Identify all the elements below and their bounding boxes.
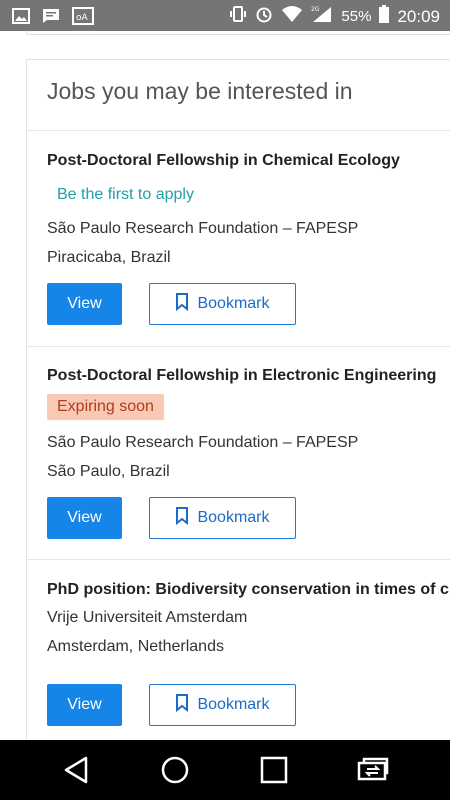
network-type: 2G [311,6,320,13]
app-notification-icon: oA [72,7,94,30]
job-location: São Paulo, Brazil [47,463,170,480]
first-to-apply-badge: Be the first to apply [57,186,194,203]
employer-name: São Paulo Research Foundation – FAPESP [47,434,359,451]
recent-apps-icon[interactable] [258,754,290,786]
job-title[interactable]: PhD position: Biodiversity conservation … [47,581,449,599]
section-title: Jobs you may be interested in [47,78,353,104]
bookmark-icon [175,693,189,717]
signal-icon: 2G [311,5,333,28]
job-location: Amsterdam, Netherlands [47,638,224,655]
bookmark-icon [175,292,189,316]
bookmark-label: Bookmark [197,509,270,526]
previous-card-edge [26,31,450,35]
alarm-icon [255,5,273,28]
vibrate-icon [229,5,247,28]
svg-text:oA: oA [76,13,89,23]
job-title[interactable]: Post-Doctoral Fellowship in Electronic E… [47,367,436,385]
wifi-icon [281,5,303,28]
job-title[interactable]: Post-Doctoral Fellowship in Chemical Eco… [47,152,400,170]
clock: 20:09 [397,6,440,26]
bookmark-icon [175,506,189,530]
home-icon[interactable] [159,754,191,786]
bookmark-button[interactable]: Bookmark [149,283,296,325]
divider [27,346,450,347]
employer-name: Vrije Universiteit Amsterdam [47,609,248,626]
back-icon[interactable] [60,754,92,786]
battery-icon [379,5,390,28]
employer-name: São Paulo Research Foundation – FAPESP [47,220,359,237]
jobs-card: Jobs you may be interested in Post-Docto… [26,59,450,740]
message-notification-icon [42,8,60,29]
switch-app-icon[interactable] [356,754,389,786]
view-button[interactable]: View [47,283,122,325]
status-bar: oA 2G 55% 20:09 [0,0,450,31]
view-button[interactable]: View [47,497,122,539]
divider [27,130,450,131]
divider [27,559,450,560]
content-area: Jobs you may be interested in Post-Docto… [0,31,450,740]
bookmark-button[interactable]: Bookmark [149,497,296,539]
bookmark-label: Bookmark [197,295,270,312]
expiring-soon-badge: Expiring soon [47,394,164,420]
image-notification-icon [12,8,30,29]
battery-percent: 55% [341,8,372,25]
view-button[interactable]: View [47,684,122,726]
navigation-bar [0,740,450,800]
job-location: Piracicaba, Brazil [47,249,171,266]
bookmark-button[interactable]: Bookmark [149,684,296,726]
bookmark-label: Bookmark [197,696,270,713]
